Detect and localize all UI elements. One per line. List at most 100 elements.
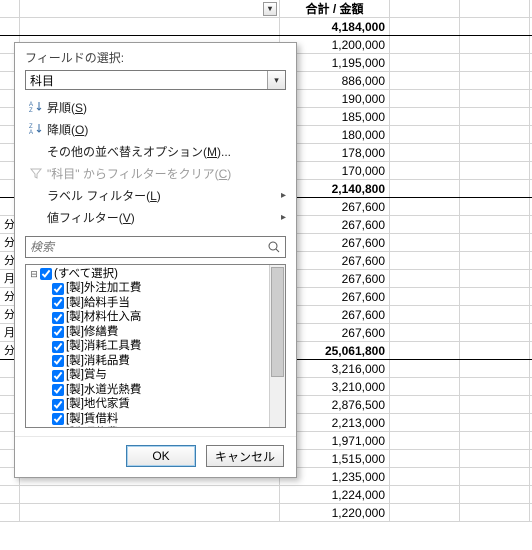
empty-cell [460,306,530,323]
menu-label: 昇順(S) [47,99,286,116]
empty-cell [460,36,530,53]
menu-label: その他の並べ替えオプション(M)... [47,143,286,160]
empty-cell [390,108,460,125]
more-sort-options-menu-item[interactable]: その他の並べ替えオプション(M)... [15,140,296,162]
filter-checkbox[interactable] [52,283,64,295]
field-cell[interactable] [20,18,280,35]
empty-cell [390,36,460,53]
filter-checkbox[interactable] [52,341,64,353]
search-icon [263,237,285,257]
filter-check-label: [製]外注加工費 [66,282,141,295]
sort-descending-menu-item[interactable]: ZA 降順(O) [15,118,296,140]
field-cell[interactable] [20,486,280,503]
filter-check-label: [製]修繕費 [66,326,118,339]
filter-checkbox[interactable] [52,326,64,338]
empty-cell [460,180,530,197]
filter-checkbox[interactable] [40,268,52,280]
filter-check-item[interactable]: [製]材料仕入高 [28,311,267,326]
empty-cell [460,432,530,449]
sort-ascending-menu-item[interactable]: AZ 昇順(S) [15,96,296,118]
filter-check-item[interactable]: ⊟ (すべて選択) [28,267,267,282]
empty-cell [390,162,460,179]
value-filter-menu-item[interactable]: 値フィルター(V) ▸ [15,206,296,228]
row-label-cell [0,504,20,521]
search-box[interactable] [25,236,286,258]
empty-cell [460,504,530,521]
value-cell[interactable]: 4,184,000 [280,18,390,35]
filter-check-item[interactable]: [製]賃借料 [28,412,267,427]
empty-cell [460,324,530,341]
filter-checkbox[interactable] [52,413,64,425]
filter-check-item[interactable]: [製]消耗品費 [28,354,267,369]
svg-text:A: A [29,130,33,136]
ok-button[interactable]: OK [126,445,196,467]
sort-asc-icon: AZ [25,100,47,114]
filter-check-item[interactable]: [製]修繕費 [28,325,267,340]
empty-cell [390,486,460,503]
value-cell[interactable]: 1,220,000 [280,504,390,521]
filter-check-label: [製]材料仕入高 [66,311,141,324]
column-header-field[interactable]: ▾ [20,0,280,17]
empty-cell [460,486,530,503]
filter-check-item[interactable]: [製]外注加工費 [28,282,267,297]
filter-check-label: [製]地代家賃 [66,398,130,411]
scrollbar-thumb[interactable] [271,267,284,377]
filter-checkbox[interactable] [52,384,64,396]
chevron-down-icon[interactable]: ▾ [267,71,285,89]
field-select-combo[interactable]: ▾ [25,70,286,90]
filter-checkbox[interactable] [52,355,64,367]
menu-label: "科目" からフィルターをクリア(C) [47,165,286,182]
empty-cell [390,324,460,341]
filter-check-item[interactable]: [製]消耗工具費 [28,340,267,355]
filter-popup: フィールドの選択: ▾ AZ 昇順(S) ZA 降順(O) その他の並べ替えオプ… [14,42,297,478]
empty-cell [390,144,460,161]
empty-cell [460,54,530,71]
empty-cell [460,342,530,359]
empty-cell [460,198,530,215]
filter-check-label: [製]消耗工具費 [66,340,141,353]
chevron-right-icon: ▸ [281,212,286,223]
filter-dropdown-icon[interactable]: ▾ [263,2,277,16]
empty-cell [390,18,460,35]
search-input[interactable] [26,237,263,257]
filter-check-item[interactable]: [製]賞与 [28,369,267,384]
empty-cell [390,342,460,359]
filter-check-item[interactable]: [製]通信費 [28,427,267,428]
tree-expander-icon[interactable]: ⊟ [28,269,40,280]
filter-check-item[interactable]: [製]給料手当 [28,296,267,311]
empty-cell [390,432,460,449]
filter-checkbox[interactable] [52,312,64,324]
clear-filter-icon [25,166,47,180]
value-cell[interactable]: 1,224,000 [280,486,390,503]
empty-cell [460,252,530,269]
empty-cell [460,450,530,467]
column-header-value[interactable]: 合計 / 金額 [280,0,390,17]
label-filter-menu-item[interactable]: ラベル フィルター(L) ▸ [15,184,296,206]
empty-cell [390,216,460,233]
empty-cell [390,288,460,305]
clear-filter-menu-item: "科目" からフィルターをクリア(C) [15,162,296,184]
filter-checkbox[interactable] [52,297,64,309]
filter-check-item[interactable]: [製]水道光熱費 [28,383,267,398]
filter-check-item[interactable]: [製]地代家賃 [28,398,267,413]
menu-label: 値フィルター(V) [47,209,281,226]
vertical-scrollbar[interactable] [269,265,285,427]
field-select-input[interactable] [26,71,267,89]
empty-cell [460,18,530,35]
filter-checkbox[interactable] [52,370,64,382]
field-cell[interactable] [20,504,280,521]
empty-cell [390,468,460,485]
filter-check-label: [製]賃借料 [66,413,118,426]
cancel-button[interactable]: キャンセル [206,445,284,467]
empty-cell [390,198,460,215]
empty-cell [460,108,530,125]
filter-check-label: (すべて選択) [54,268,118,281]
row-label-cell [0,486,20,503]
menu-label: ラベル フィルター(L) [47,187,281,204]
filter-checklist[interactable]: ⊟(すべて選択)[製]外注加工費[製]給料手当[製]材料仕入高[製]修繕費[製]… [26,265,269,427]
empty-cell [460,378,530,395]
empty-cell [460,126,530,143]
filter-check-label: [製]水道光熱費 [66,384,141,397]
filter-checkbox[interactable] [52,399,64,411]
empty-cell [460,270,530,287]
